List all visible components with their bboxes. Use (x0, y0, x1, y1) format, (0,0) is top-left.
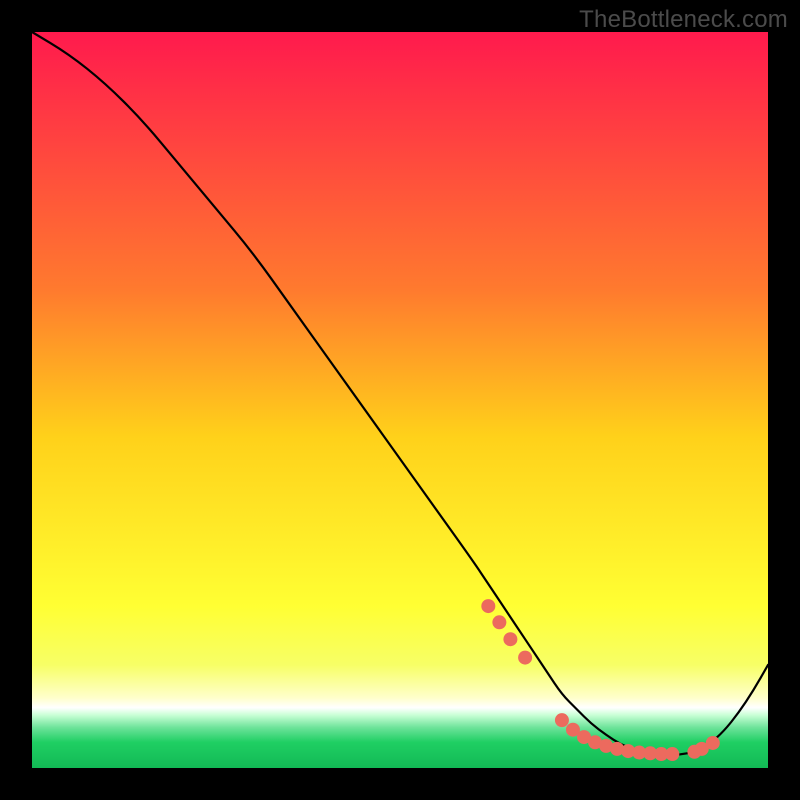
sample-point (518, 651, 532, 665)
sample-point (503, 632, 517, 646)
sample-point (492, 615, 506, 629)
sample-point (481, 599, 495, 613)
chart-frame: TheBottleneck.com (0, 0, 800, 800)
bottleneck-chart (0, 0, 800, 800)
sample-point (665, 747, 679, 761)
plot-background (32, 32, 768, 768)
watermark-text: TheBottleneck.com (579, 6, 788, 34)
sample-point (706, 736, 720, 750)
sample-point (555, 713, 569, 727)
